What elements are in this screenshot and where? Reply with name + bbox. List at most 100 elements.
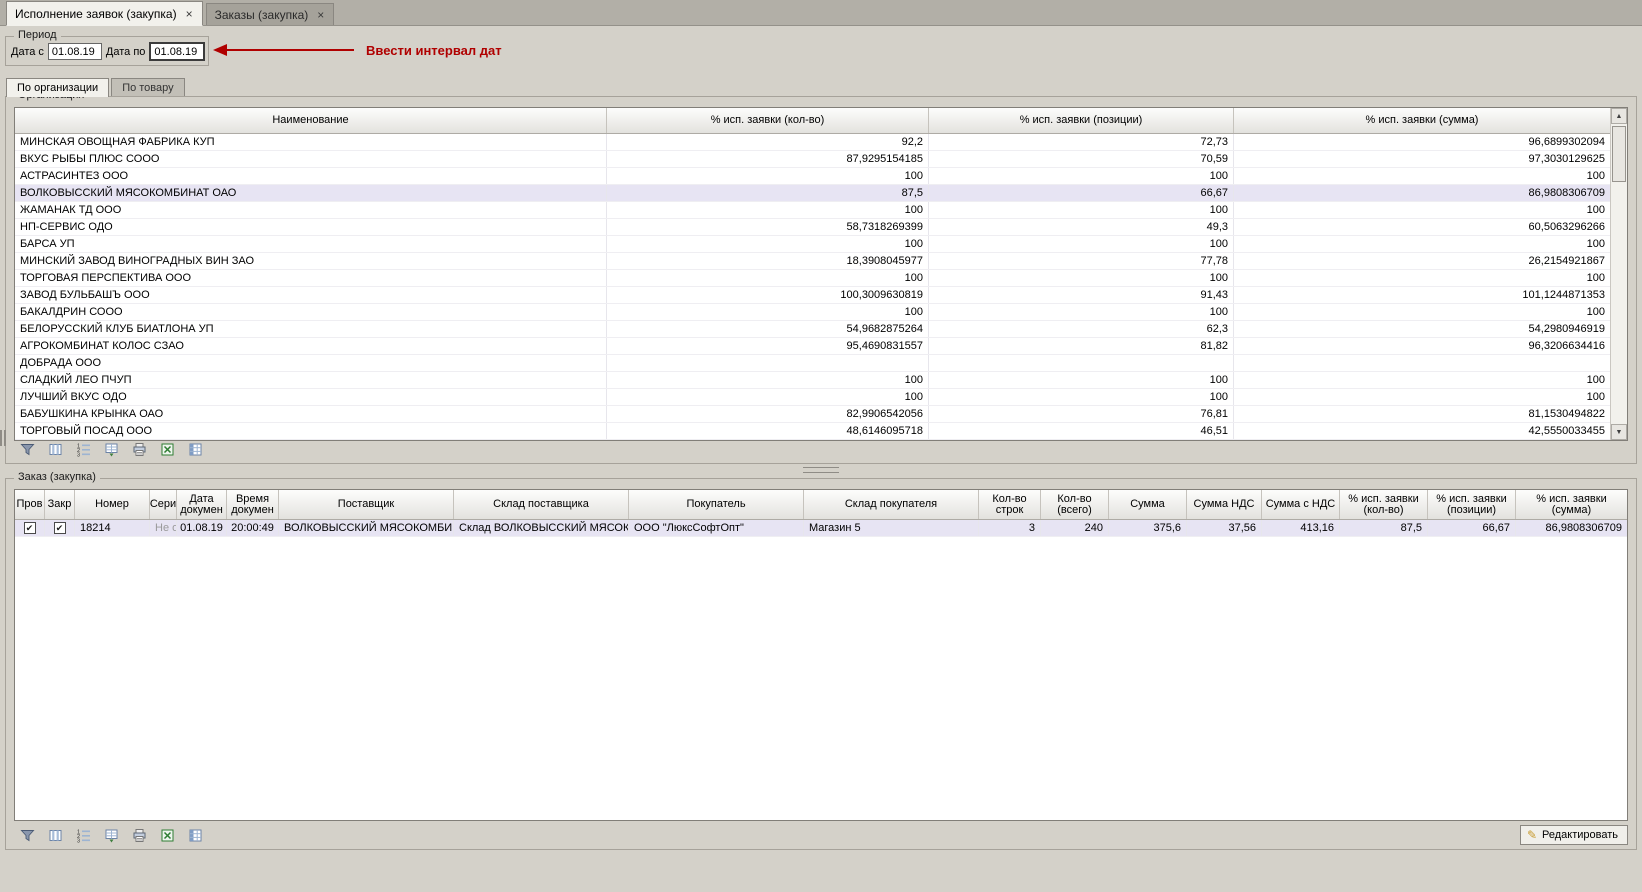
tab-label: Заказы (закупка) <box>215 8 309 22</box>
org-row[interactable]: МИНСКАЯ ОВОЩНАЯ ФАБРИКА КУП92,272,7396,6… <box>15 134 1610 151</box>
orders-cell: 01.08.19 <box>177 520 227 536</box>
excel-export-button[interactable] <box>156 439 178 459</box>
org-name-cell: БАРСА УП <box>15 236 607 252</box>
scrollbar-down-button[interactable]: ▼ <box>1611 424 1627 440</box>
org-name-cell: БЕЛОРУССКИЙ КЛУБ БИАТЛОНА УП <box>15 321 607 337</box>
org-row[interactable]: ЖАМАНАК ТД ООО100100100 <box>15 202 1610 219</box>
column-header-pct-qty[interactable]: % исп. заявки (кол-во) <box>607 108 929 133</box>
filter-button[interactable] <box>16 439 38 459</box>
org-value-cell: 100,3009630819 <box>607 287 929 303</box>
export-button[interactable] <box>100 825 122 845</box>
column-header-pct-sum[interactable]: % исп. заявки (сумма) <box>1234 108 1610 133</box>
export-button[interactable] <box>100 439 122 459</box>
orders-column-header[interactable]: Сери <box>150 490 177 519</box>
org-name-cell: НП-СЕРВИС ОДО <box>15 219 607 235</box>
excel-export-icon <box>160 442 175 457</box>
orders-column-header[interactable]: Сумма <box>1109 490 1187 519</box>
column-header-pct-pos[interactable]: % исп. заявки (позиции) <box>929 108 1234 133</box>
orders-column-header[interactable]: Поставщик <box>279 490 454 519</box>
orders-grid-header: ПровЗакрНомерСериДата докуменВремя докум… <box>15 490 1627 520</box>
orders-column-header[interactable]: Пров <box>15 490 45 519</box>
orders-legend: Заказ (закупка) <box>14 471 100 483</box>
period-groupbox: Период Дата с Дата по <box>5 36 209 66</box>
org-value-cell: 81,82 <box>929 338 1234 354</box>
orders-column-header[interactable]: Время докумен <box>227 490 279 519</box>
tab-close-icon[interactable]: × <box>185 9 194 19</box>
date-to-input[interactable] <box>149 42 205 61</box>
filter-icon <box>20 828 35 843</box>
org-row[interactable]: СЛАДКИЙ ЛЕО ПЧУП100100100 <box>15 372 1610 389</box>
org-row[interactable]: НП-СЕРВИС ОДО58,731826939949,360,5063296… <box>15 219 1610 236</box>
orders-column-header[interactable]: Сумма НДС <box>1187 490 1262 519</box>
orders-column-header[interactable]: Дата докумен <box>177 490 227 519</box>
org-value-cell: 100 <box>929 236 1234 252</box>
edit-button[interactable]: ✎ Редактировать <box>1520 825 1628 845</box>
scrollbar-up-button[interactable]: ▲ <box>1611 108 1627 124</box>
tab-ispolnenie-zayavok[interactable]: Исполнение заявок (закупка) × <box>6 1 203 26</box>
document-tabbar: Исполнение заявок (закупка) × Заказы (за… <box>0 0 1642 26</box>
orders-column-header[interactable]: Кол-во строк <box>979 490 1041 519</box>
print-button[interactable] <box>128 439 150 459</box>
horizontal-splitter[interactable] <box>0 465 1642 474</box>
org-row[interactable]: АГРОКОМБИНАТ КОЛОС СЗАО95,469083155781,8… <box>15 338 1610 355</box>
column-chooser-button[interactable] <box>184 439 206 459</box>
org-name-cell: ЗАВОД БУЛЬБАШЪ ООО <box>15 287 607 303</box>
orders-cell: 413,16 <box>1262 520 1340 536</box>
org-row[interactable]: БАРСА УП100100100 <box>15 236 1610 253</box>
orders-checkbox-cell: ✔ <box>15 520 45 536</box>
orders-column-header[interactable]: Сумма с НДС <box>1262 490 1340 519</box>
org-row[interactable]: ТОРГОВАЯ ПЕРСПЕКТИВА ООО100100100 <box>15 270 1610 287</box>
columns-button[interactable] <box>44 825 66 845</box>
excel-export-button[interactable] <box>156 825 178 845</box>
org-row[interactable]: ДОБРАДА ООО <box>15 355 1610 372</box>
org-table-scrollbar[interactable]: ▲ ▼ <box>1610 108 1627 440</box>
tab-zakazy[interactable]: Заказы (закупка) × <box>206 3 335 25</box>
column-chooser-button[interactable] <box>184 825 206 845</box>
org-row[interactable]: БАКАЛДРИН СООО100100100 <box>15 304 1610 321</box>
columns-button[interactable] <box>44 439 66 459</box>
orders-column-header[interactable]: % исп. заявки (сумма) <box>1516 490 1627 519</box>
export-icon <box>104 828 119 843</box>
numbered-list-button[interactable]: 123 <box>72 439 94 459</box>
org-name-cell: АГРОКОМБИНАТ КОЛОС СЗАО <box>15 338 607 354</box>
org-value-cell: 92,2 <box>607 134 929 150</box>
org-row[interactable]: ЛУЧШИЙ ВКУС ОДО100100100 <box>15 389 1610 406</box>
left-splitter-grip[interactable] <box>0 430 6 446</box>
org-value-cell: 42,5550033455 <box>1234 423 1610 439</box>
org-row[interactable]: АСТРАСИНТЕЗ ООО100100100 <box>15 168 1610 185</box>
orders-column-header[interactable]: % исп. заявки (позиции) <box>1428 490 1516 519</box>
numbered-list-button[interactable]: 123 <box>72 825 94 845</box>
orders-column-header[interactable]: Закр <box>45 490 75 519</box>
orders-row[interactable]: ✔✔18214Не о01.08.1920:00:49ВОЛКОВЫССКИЙ … <box>15 520 1627 537</box>
closed-checkbox[interactable]: ✔ <box>54 522 66 534</box>
date-from-input[interactable] <box>48 43 102 60</box>
org-row[interactable]: ЗАВОД БУЛЬБАШЪ ООО100,300963081991,43101… <box>15 287 1610 304</box>
org-row[interactable]: БЕЛОРУССКИЙ КЛУБ БИАТЛОНА УП54,968287526… <box>15 321 1610 338</box>
print-button[interactable] <box>128 825 150 845</box>
view-tabbar: По организации По товару <box>6 78 185 97</box>
orders-column-header[interactable]: Склад поставщика <box>454 490 629 519</box>
orders-column-header[interactable]: % исп. заявки (кол-во) <box>1340 490 1428 519</box>
org-value-cell <box>1234 355 1610 371</box>
orders-column-header[interactable]: Склад покупателя <box>804 490 979 519</box>
tab-close-icon[interactable]: × <box>316 10 325 20</box>
tab-by-product[interactable]: По товару <box>111 78 184 97</box>
org-row[interactable]: ВКУС РЫБЫ ПЛЮС СООО87,929515418570,5997,… <box>15 151 1610 168</box>
orders-column-header[interactable]: Номер <box>75 490 150 519</box>
org-name-cell: ТОРГОВАЯ ПЕРСПЕКТИВА ООО <box>15 270 607 286</box>
org-row[interactable]: БАБУШКИНА КРЫНКА ОАО82,990654205676,8181… <box>15 406 1610 423</box>
org-name-cell: АСТРАСИНТЕЗ ООО <box>15 168 607 184</box>
scrollbar-thumb[interactable] <box>1612 126 1626 182</box>
organization-grid: Наименование % исп. заявки (кол-во) % ис… <box>14 107 1628 441</box>
column-header-name[interactable]: Наименование <box>15 108 607 133</box>
org-row[interactable]: ТОРГОВЫЙ ПОСАД ООО48,614609571846,5142,5… <box>15 423 1610 440</box>
proved-checkbox[interactable]: ✔ <box>24 522 36 534</box>
orders-column-header[interactable]: Кол-во (всего) <box>1041 490 1109 519</box>
org-row[interactable]: МИНСКИЙ ЗАВОД ВИНОГРАДНЫХ ВИН ЗАО18,3908… <box>15 253 1610 270</box>
orders-column-header[interactable]: Покупатель <box>629 490 804 519</box>
application-window: Исполнение заявок (закупка) × Заказы (за… <box>0 0 1642 892</box>
tab-by-organization[interactable]: По организации <box>6 78 109 97</box>
filter-button[interactable] <box>16 825 38 845</box>
org-row[interactable]: ВОЛКОВЫССКИЙ МЯСОКОМБИНАТ ОАО87,566,6786… <box>15 185 1610 202</box>
org-value-cell: 72,73 <box>929 134 1234 150</box>
